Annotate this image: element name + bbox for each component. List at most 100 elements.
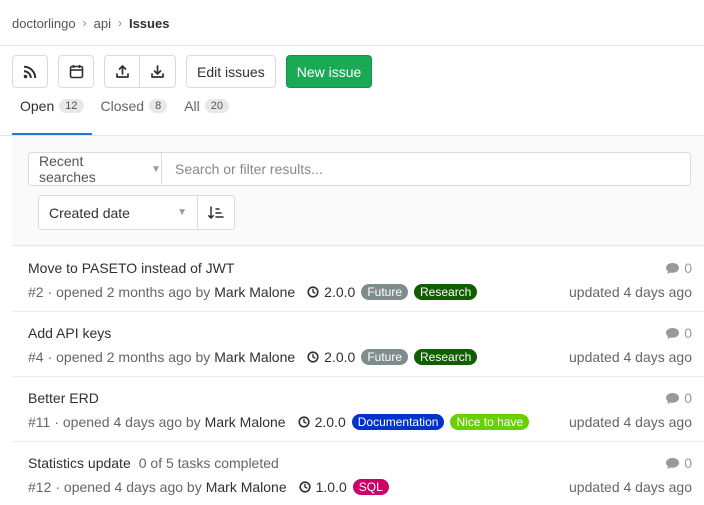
issue-reference: #2 [28,284,44,300]
issue-opened: · opened 2 months ago by [47,284,211,300]
chevron-down-icon: ▼ [177,207,187,218]
author-link[interactable]: Mark Malone [214,284,295,300]
tab-closed[interactable]: Closed 8 [93,98,176,135]
tab-label: Closed [100,98,145,114]
clock-icon [307,351,319,363]
task-status: 0 of 5 tasks completed [138,455,279,471]
issue-updated: updated 4 days ago [569,479,692,495]
milestone[interactable]: 2.0.0 [307,284,355,300]
comments-number: 0 [684,260,692,276]
new-issue-button[interactable]: New issue [285,55,373,88]
sort-direction-button[interactable] [198,195,235,230]
tab-open[interactable]: Open 12 [12,98,92,135]
sort-controls: Created date ▼ [38,195,235,230]
issue-title-link[interactable]: Statistics update [28,455,131,471]
issue-opened: · opened 4 days ago by [55,479,202,495]
issue-reference: #12 [28,479,52,495]
comments-count[interactable]: 0 [665,455,692,471]
rss-icon [23,65,37,78]
comments-count[interactable]: 0 [665,390,692,406]
header-divider [0,45,704,46]
author-link[interactable]: Mark Malone [206,479,287,495]
recent-searches-label: Recent searches [39,153,96,185]
issue-label[interactable]: Future [361,284,408,300]
clock-icon [307,286,319,298]
comments-number: 0 [684,325,692,341]
comment-icon [666,262,680,274]
author-link[interactable]: Mark Malone [205,414,286,430]
milestone[interactable]: 2.0.0 [307,349,355,365]
issue-meta: #4 · opened 2 months ago by Mark Malone 2.0… [28,349,478,365]
milestone-title: 2.0.0 [324,349,356,365]
comment-icon [666,327,680,339]
issue-label[interactable]: Research [414,284,478,300]
milestone[interactable]: 2.0.0 [297,414,346,430]
issue-row: Move to PASETO instead of JWT #2 · opened … [12,247,704,312]
issue-updated: updated 4 days ago [569,284,692,300]
upload-icon [115,65,129,78]
calendar-icon [69,65,83,79]
issue-row: Better ERD #11 · opened 4 days ago by Mark … [12,377,704,442]
sort-dropdown[interactable]: Created date ▼ [38,195,198,230]
issue-row: Statistics update 0 of 5 tasks completed #… [12,442,704,505]
comments-count[interactable]: 0 [665,260,692,276]
count-badge: 8 [149,99,168,113]
issue-label[interactable]: Nice to have [450,414,530,430]
issue-title-line: Move to PASETO instead of JWT [28,260,234,276]
sort-lowest-icon [208,205,224,219]
issue-label[interactable]: Future [361,349,408,365]
milestone-title: 2.0.0 [324,284,356,300]
comments-number: 0 [684,390,692,406]
breadcrumb-project-link[interactable]: api [94,16,111,31]
breadcrumb-group-link[interactable]: doctorlingo [12,16,76,31]
issue-meta: #12 · opened 4 days ago by Mark Malone 1.0.… [28,479,389,495]
import-button[interactable] [140,55,176,88]
author-link[interactable]: Mark Malone [214,349,295,365]
issue-title-link[interactable]: Add API keys [28,325,111,341]
comment-icon [666,392,680,404]
milestone-title: 1.0.0 [315,479,347,495]
breadcrumb-current[interactable]: Issues [129,16,169,31]
clock-icon [297,416,310,428]
issue-reference: #4 [28,349,44,365]
chevron-right-icon: › [82,16,87,30]
recent-searches-dropdown[interactable]: Recent searches ▼ [29,153,162,185]
milestone[interactable]: 1.0.0 [299,479,347,495]
filtered-search: Recent searches ▼ [28,152,691,186]
issue-label[interactable]: Documentation [351,414,445,430]
comments-count[interactable]: 0 [665,325,692,341]
edit-issues-button[interactable]: Edit issues [186,55,276,88]
issue-label[interactable]: Research [414,349,478,365]
issue-updated: updated 4 days ago [569,349,692,365]
issue-title-link[interactable]: Move to PASETO instead of JWT [28,260,234,276]
chevron-right-icon: › [117,16,122,30]
rss-button[interactable] [12,55,48,88]
issue-meta: #2 · opened 2 months ago by Mark Malone 2.0… [28,284,478,300]
issue-title-line: Add API keys [28,325,111,341]
export-button[interactable] [104,55,140,88]
download-icon [151,65,164,78]
tab-label: All [184,98,200,114]
issue-title-line: Better ERD [28,390,99,406]
breadcrumb: doctorlingo › api › Issues [12,14,169,32]
issue-row: Add API keys #4 · opened 2 months ago by Ma… [12,312,704,377]
search-input[interactable] [162,153,690,185]
issues-toolbar: Edit issues New issue [12,55,373,88]
issue-title-link[interactable]: Better ERD [28,390,99,406]
tab-all[interactable]: All 20 [176,98,237,135]
import-export-group [104,55,176,88]
issue-title-line: Statistics update 0 of 5 tasks completed [28,455,279,471]
issues-list: Move to PASETO instead of JWT #2 · opened … [12,247,704,505]
tab-label: Open [20,98,55,114]
count-badge: 20 [204,99,230,113]
issue-meta: #11 · opened 4 days ago by Mark Malone 2.0.… [28,414,530,430]
comments-number: 0 [684,455,692,471]
issue-label[interactable]: SQL [352,479,389,495]
calendar-button[interactable] [58,55,94,88]
issue-updated: updated 4 days ago [569,414,692,430]
comment-icon [666,457,680,469]
sort-label: Created date [49,204,130,221]
issue-opened: · opened 2 months ago by [47,349,211,365]
issue-state-tabs: Open 12 Closed 8 All 20 [12,98,238,135]
chevron-down-icon: ▼ [151,163,161,175]
